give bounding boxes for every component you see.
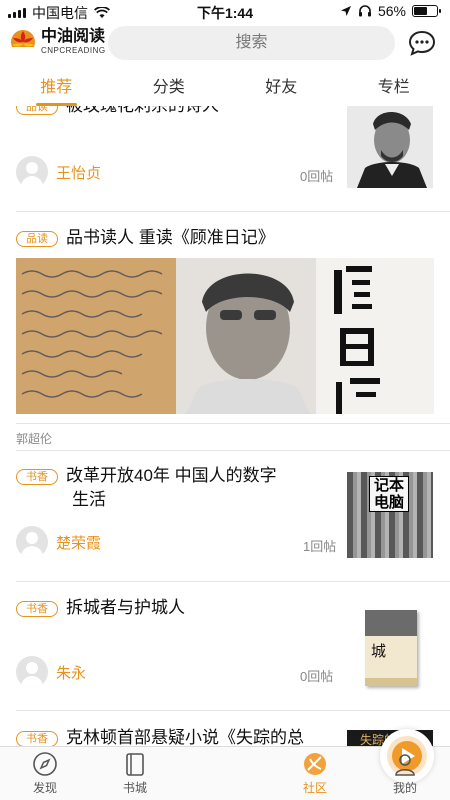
status-bar: 中国电信 下午1:44 56% [0, 0, 450, 22]
post-feed[interactable]: 品读被玫瑰花刺杀的诗人 王怡贞 0回帖 品读品书读人 重读《顾准日记》 [0, 106, 450, 746]
post-title: 拆城者与护城人 [66, 598, 185, 617]
author-name: 朱永 [56, 664, 87, 682]
nav-label: 社区 [302, 781, 327, 795]
reply-count: 0回帖 [300, 169, 334, 184]
category-tabs: 推荐 分类 好友 专栏 [0, 70, 450, 106]
post-card[interactable]: 书香 改革开放40年 中国人的数字 生活 [16, 464, 326, 512]
post-author[interactable]: 朱永 [16, 656, 86, 688]
post-card[interactable]: 品读 品书读人 重读《顾准日记》 [16, 226, 434, 250]
post-thumbnail: 记本电脑 [347, 472, 433, 558]
divider [16, 211, 450, 212]
reply-count: 0回帖 [300, 669, 334, 684]
post-title: 被玫瑰花刺杀的诗人 [66, 106, 219, 115]
location-icon [340, 6, 351, 16]
avatar [16, 656, 48, 688]
avatar [16, 156, 48, 188]
post-author[interactable]: 楚荣霞 [16, 526, 101, 558]
post-title-line2: 生活 [72, 490, 106, 509]
author-name: 王怡贞 [56, 164, 102, 182]
reply-count: 1回帖 [303, 539, 337, 554]
post-title: 品书读人 重读《顾准日记》 [66, 228, 275, 247]
app-header: 中油阅读 CNPCREADING 搜索 [0, 22, 450, 66]
thumbnail-text: 城 [371, 643, 387, 660]
logo-subtitle: CNPCREADING [41, 46, 106, 55]
nav-discover[interactable]: 发现 [0, 747, 90, 800]
tab-category[interactable]: 分类 [113, 70, 226, 106]
community-icon [304, 753, 326, 775]
compass-icon [33, 752, 57, 776]
post-thumbnail: 城 [347, 606, 433, 692]
post-card[interactable]: 书香 克林顿首部悬疑小说《失踪的总 [16, 726, 336, 746]
divider [16, 450, 450, 451]
post-author-caption: 郭超伦 [16, 432, 53, 446]
post-badge: 书香 [16, 730, 58, 746]
post-title: 改革开放40年 中国人的数字 [66, 466, 277, 485]
user-icon [395, 754, 415, 776]
divider [16, 423, 450, 424]
post-author[interactable]: 王怡贞 [16, 156, 101, 188]
divider [16, 710, 450, 711]
post-title-row: 书香 拆城者与护城人 [16, 596, 326, 620]
battery-percent: 56% [377, 3, 406, 19]
post-title-row: 书香 克林顿首部悬疑小说《失踪的总 [16, 726, 336, 746]
tab-friends[interactable]: 好友 [225, 70, 338, 106]
post-badge: 品读 [16, 230, 58, 247]
nav-community[interactable]: 社区 [270, 747, 360, 800]
nav-profile[interactable]: 我的 [360, 747, 450, 800]
tab-recommend[interactable]: 推荐 [0, 70, 113, 106]
tab-column[interactable]: 专栏 [338, 70, 450, 106]
bottom-navigation: 发现 书城 社区 我的 [0, 729, 450, 800]
petal-logo-icon [11, 29, 35, 55]
post-title: 克林顿首部悬疑小说《失踪的总 [66, 728, 304, 746]
post-banner-image [16, 258, 434, 414]
search-input[interactable]: 搜索 [108, 26, 395, 60]
author-name: 楚荣霞 [56, 534, 102, 552]
post-badge: 书香 [16, 468, 58, 485]
post-card[interactable]: 书香 拆城者与护城人 [16, 596, 326, 620]
nav-label: 书城 [122, 781, 147, 795]
post-title-row: 品读 品书读人 重读《顾准日记》 [16, 226, 434, 250]
battery-icon [412, 5, 441, 17]
logo-title: 中油阅读 [41, 28, 106, 45]
avatar [16, 526, 48, 558]
app-logo: 中油阅读 CNPCREADING [10, 28, 106, 55]
post-badge: 书香 [16, 600, 58, 617]
nav-label: 我的 [392, 781, 417, 795]
divider [16, 581, 450, 582]
thumbnail-text: 记本电脑 [369, 476, 409, 512]
nav-player[interactable] [180, 729, 434, 800]
nav-label: 发现 [32, 781, 57, 795]
headphones-icon [358, 5, 371, 17]
post-badge: 品读 [16, 106, 58, 115]
book-icon [126, 753, 144, 776]
message-icon[interactable] [408, 30, 436, 56]
post-thumbnail [347, 106, 433, 188]
post-title-row: 书香 改革开放40年 中国人的数字 [16, 464, 326, 488]
nav-bookstore[interactable]: 书城 [90, 747, 180, 800]
